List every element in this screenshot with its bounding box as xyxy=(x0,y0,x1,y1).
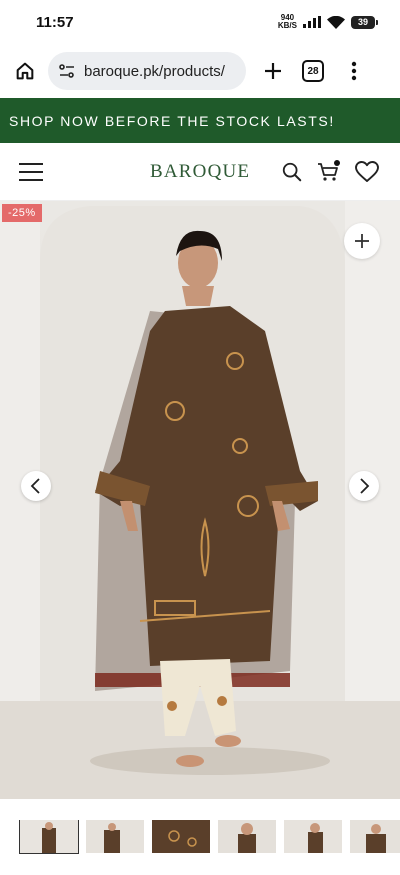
product-gallery[interactable]: -25% xyxy=(0,201,400,799)
thumbnail-5[interactable] xyxy=(284,820,342,853)
tab-count: 28 xyxy=(307,65,319,77)
add-to-wishlist-button[interactable] xyxy=(344,223,380,259)
next-image-button[interactable] xyxy=(349,471,379,501)
wishlist-button[interactable] xyxy=(355,160,379,184)
thumbnail-1[interactable] xyxy=(19,820,79,854)
status-bar: 11:57 940 KB/S 39 xyxy=(0,0,400,44)
thumbnail-4[interactable] xyxy=(218,820,276,853)
site-info-icon[interactable] xyxy=(58,62,76,80)
search-button[interactable] xyxy=(280,160,304,184)
more-icon xyxy=(351,61,357,81)
home-button[interactable] xyxy=(10,56,40,86)
thumbnail-2[interactable] xyxy=(86,820,144,853)
chevron-left-icon xyxy=(30,478,40,494)
status-icons: 940 KB/S 39 xyxy=(278,14,378,30)
search-icon xyxy=(282,162,302,182)
plus-icon xyxy=(355,234,369,248)
browser-menu-button[interactable] xyxy=(344,56,364,86)
thumbnail-6[interactable] xyxy=(350,820,400,853)
promo-text: SHOP NOW BEFORE THE STOCK LASTS! xyxy=(9,112,335,129)
thumbnail-3[interactable] xyxy=(152,820,210,853)
wifi-icon xyxy=(327,15,345,29)
tabs-button[interactable]: 28 xyxy=(302,60,324,82)
url-text[interactable]: baroque.pk/products/ xyxy=(84,63,225,80)
net-speed: 940 KB/S xyxy=(278,14,297,30)
new-tab-button[interactable] xyxy=(258,56,288,86)
home-icon xyxy=(16,62,34,80)
discount-badge: -25% xyxy=(2,204,42,222)
thumbnail-strip xyxy=(0,820,400,865)
hamburger-icon[interactable] xyxy=(19,163,43,181)
site-header: BAROQUE xyxy=(0,143,400,201)
status-time: 11:57 xyxy=(36,13,74,31)
net-speed-unit: KB/S xyxy=(277,21,297,30)
address-bar[interactable]: baroque.pk/products/ xyxy=(48,52,246,90)
product-image xyxy=(0,201,400,799)
cart-icon xyxy=(318,160,340,181)
battery-level: 39 xyxy=(351,15,375,29)
cart-button[interactable] xyxy=(316,160,340,184)
browser-toolbar: baroque.pk/products/ 28 xyxy=(0,44,400,98)
chevron-right-icon xyxy=(360,478,370,494)
new-tab-icon xyxy=(265,63,281,79)
site-logo[interactable]: BAROQUE xyxy=(150,161,250,183)
battery-icon: 39 xyxy=(351,15,378,29)
signal-icon xyxy=(303,16,321,28)
previous-image-button[interactable] xyxy=(21,471,51,501)
heart-icon xyxy=(355,161,379,182)
promo-banner[interactable]: SHOP NOW BEFORE THE STOCK LASTS! xyxy=(0,98,400,143)
